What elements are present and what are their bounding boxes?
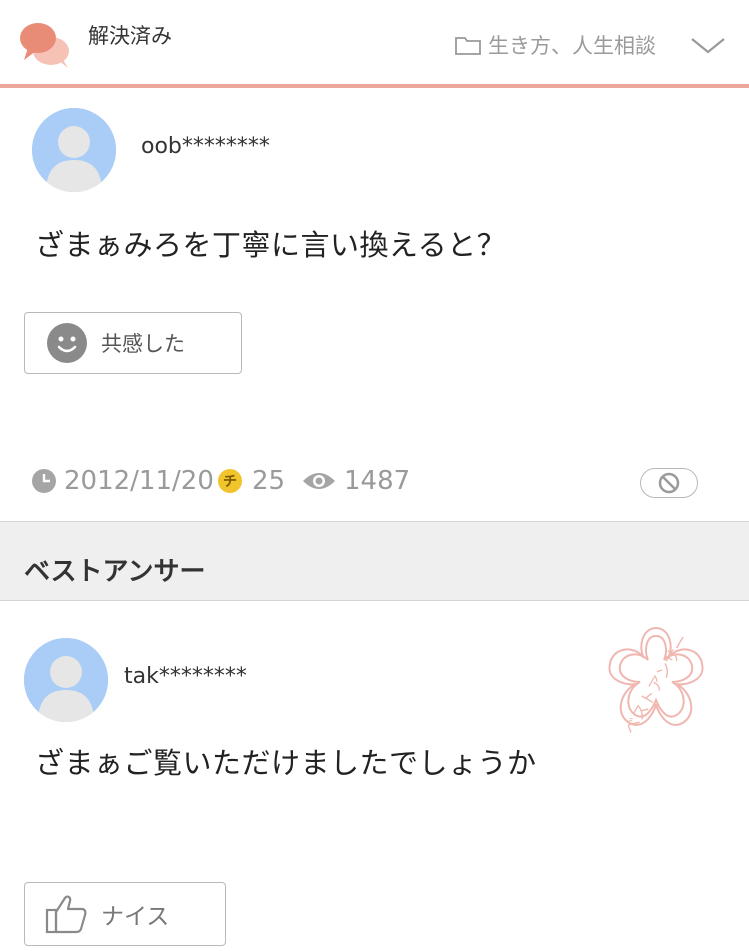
answer-user-avatar-icon[interactable] <box>24 638 108 722</box>
answer-text: ざまぁご覧いただけましたでしょうか <box>35 746 537 780</box>
block-button[interactable] <box>640 468 698 498</box>
question-text: ざまぁみろを丁寧に言い換えると？ <box>35 228 507 262</box>
user-avatar-icon[interactable] <box>32 108 116 192</box>
category-label: 生き方、人生相談 <box>488 34 656 58</box>
chat-bubbles-icon <box>20 23 69 68</box>
nice-button[interactable]: ナイス <box>24 882 226 946</box>
view-count: 1487 <box>302 466 410 496</box>
nice-label: ナイス <box>101 904 170 930</box>
clock-icon <box>32 469 56 493</box>
eye-icon <box>303 473 335 489</box>
posted-date: 2012/11/20 <box>32 466 214 496</box>
chevron-down-icon[interactable] <box>690 36 726 56</box>
empathy-label: 共感した <box>101 332 185 356</box>
coin-count: チ 25 <box>218 466 285 496</box>
views-value: 1487 <box>344 466 411 496</box>
best-answer-stamp-icon: ベストアンサー <box>608 626 704 737</box>
status-label: 解決済み <box>88 24 172 48</box>
block-icon <box>658 472 680 494</box>
date-text: 2012/11/20 <box>64 466 214 496</box>
best-answer-title: ベストアンサー <box>24 557 206 587</box>
coin-value: 25 <box>252 466 286 496</box>
thumbs-up-icon <box>45 895 87 934</box>
header-divider <box>0 84 749 88</box>
smiley-icon <box>47 323 87 363</box>
coin-icon: チ <box>218 469 242 493</box>
empathy-button[interactable]: 共感した <box>24 312 242 374</box>
folder-icon <box>455 37 481 55</box>
answer-username[interactable]: tak******** <box>124 664 247 689</box>
category-link[interactable]: 生き方、人生相談 <box>454 30 656 60</box>
question-username[interactable]: oob******** <box>141 134 270 159</box>
